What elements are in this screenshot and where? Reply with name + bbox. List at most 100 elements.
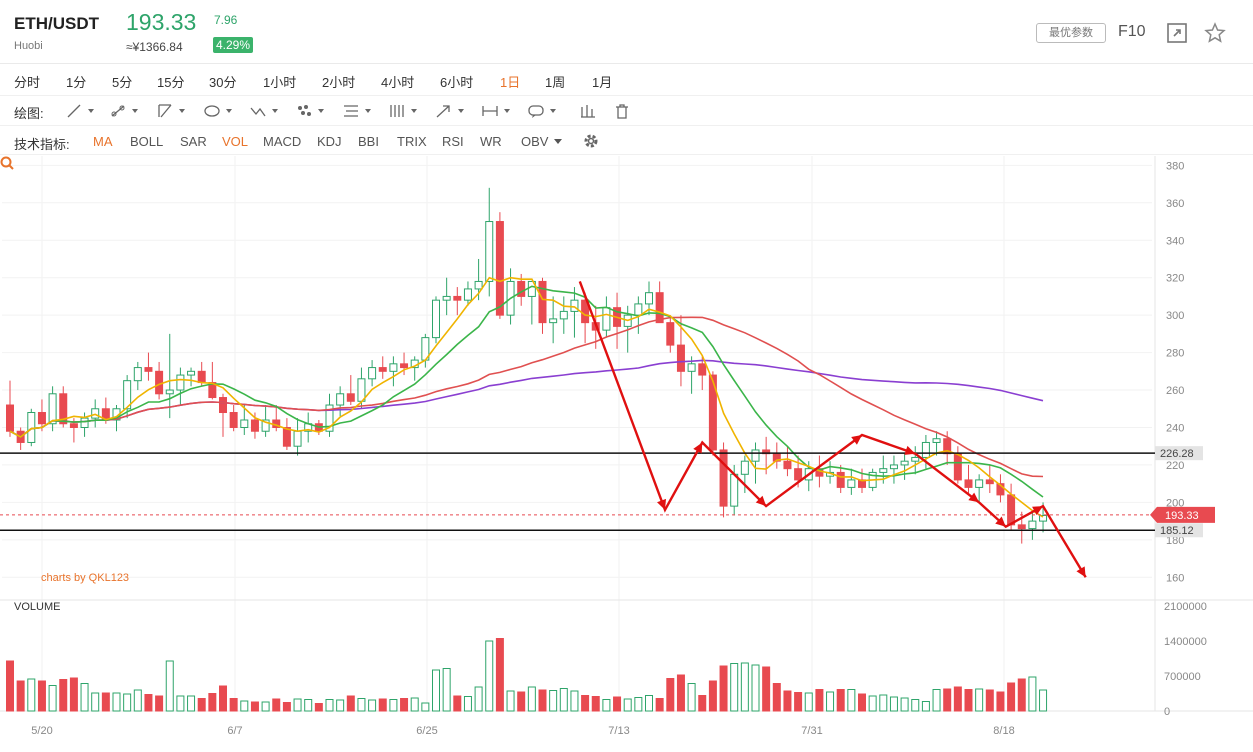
tf-1w[interactable]: 1周: [545, 72, 565, 91]
gear-icon[interactable]: [582, 132, 600, 150]
volume-bar: [794, 692, 803, 712]
candle-body: [911, 456, 920, 462]
candle-body: [293, 430, 302, 447]
bars-tool-icon[interactable]: [387, 102, 421, 120]
tf-6h[interactable]: 6小时: [440, 72, 473, 91]
volume-bar: [698, 695, 707, 712]
tf-2h[interactable]: 2小时: [322, 72, 355, 91]
volume-bar: [69, 677, 78, 712]
volume-bar: [591, 696, 600, 712]
candle-body: [400, 363, 409, 369]
price-tick-label: 360: [1166, 198, 1184, 210]
ind-bbi[interactable]: BBI: [358, 134, 379, 149]
volume-bar: [80, 683, 89, 712]
volume-bar: [314, 703, 323, 712]
segment-tool-icon[interactable]: [108, 102, 142, 120]
volume-bar: [602, 699, 611, 712]
gann-tool-icon[interactable]: [341, 102, 375, 120]
tf-1d[interactable]: 1日: [500, 72, 520, 91]
candle-body: [155, 370, 164, 395]
ind-trix[interactable]: TRIX: [397, 134, 427, 149]
star-icon[interactable]: [1204, 22, 1226, 44]
cny-price: ≈¥1366.84: [126, 40, 183, 54]
range-tool-icon[interactable]: [480, 102, 514, 120]
volume-bar: [985, 689, 994, 712]
candle-body: [378, 367, 387, 372]
volume-bar: [687, 683, 696, 712]
tf-15m[interactable]: 15分: [157, 72, 184, 91]
candlestick-chart[interactable]: 3803603403203002802602402202001801602100…: [0, 156, 1253, 752]
arrow-tool-icon[interactable]: [434, 102, 468, 120]
volume-bar: [304, 699, 313, 712]
fullscreen-icon[interactable]: [1166, 22, 1188, 44]
pair-name: ETH/USDT: [14, 14, 99, 33]
tf-1m[interactable]: 1分: [66, 72, 86, 91]
tf-4h[interactable]: 4小时: [381, 72, 414, 91]
volume-bar: [293, 698, 302, 712]
ind-obv[interactable]: OBV: [521, 134, 548, 149]
volume-bar: [570, 690, 579, 712]
ind-ma[interactable]: MA: [93, 134, 113, 149]
candle-body: [463, 288, 472, 301]
candle-body: [549, 318, 558, 324]
candle-body: [453, 295, 462, 301]
shape-tool-icon[interactable]: [202, 102, 236, 120]
candle-body: [953, 453, 962, 481]
trash-icon[interactable]: [605, 102, 639, 120]
ind-macd[interactable]: MACD: [263, 134, 301, 149]
volume-bar: [368, 699, 377, 712]
price-tick-label: 220: [1166, 460, 1184, 472]
ind-sar[interactable]: SAR: [180, 134, 207, 149]
volume-bar: [442, 668, 451, 712]
ind-vol[interactable]: VOL: [222, 134, 248, 149]
volume-bar: [16, 680, 25, 712]
obv-dropdown-icon[interactable]: [553, 138, 563, 146]
date-tick-label: 6/25: [416, 725, 437, 737]
line-tool-icon[interactable]: [64, 102, 98, 120]
candle-body: [27, 412, 36, 443]
volume-bar: [144, 694, 153, 712]
tf-1mo[interactable]: 1月: [592, 72, 612, 91]
candle-body: [346, 393, 355, 402]
volume-bar: [229, 698, 238, 712]
ind-wr[interactable]: WR: [480, 134, 502, 149]
tf-5m[interactable]: 5分: [112, 72, 132, 91]
candle-body: [655, 292, 664, 324]
candle-body: [964, 479, 973, 488]
candle-body: [69, 423, 78, 428]
wave-tool-icon[interactable]: [248, 102, 282, 120]
tf-tick[interactable]: 分时: [14, 72, 40, 91]
ma5-line: [9, 276, 1044, 518]
volume-bar: [197, 698, 206, 712]
fib-tool-icon[interactable]: [294, 102, 328, 120]
candle-body: [847, 479, 856, 488]
measure-tool-icon[interactable]: [572, 102, 606, 120]
tf-30m[interactable]: 30分: [209, 72, 236, 91]
volume-bar: [1007, 682, 1016, 712]
ind-kdj[interactable]: KDJ: [317, 134, 342, 149]
comment-tool-icon[interactable]: [526, 102, 560, 120]
volume-bar: [432, 669, 440, 712]
volume-bar: [112, 692, 121, 712]
volume-bar: [943, 688, 952, 712]
volume-bar: [378, 698, 387, 712]
f10-button[interactable]: F10: [1118, 23, 1146, 41]
tf-1h[interactable]: 1小时: [263, 72, 296, 91]
volume-bar: [559, 688, 568, 712]
volume-bar: [48, 685, 57, 712]
volume-bar: [879, 694, 888, 712]
chart-area[interactable]: 380 360 340 320 300 280 260 240 220 200 180 160 2100…: [0, 156, 1253, 752]
candle-body: [442, 295, 451, 301]
candle-body: [889, 464, 898, 470]
exchange-name: Huobi: [14, 40, 43, 52]
volume-bar: [708, 680, 717, 712]
volume-bar: [346, 695, 355, 712]
candle-body: [133, 367, 142, 382]
date-tick-label: 7/31: [801, 725, 822, 737]
ind-boll[interactable]: BOLL: [130, 134, 163, 149]
volume-bar: [634, 697, 643, 712]
best-params-button[interactable]: 最优参数: [1036, 23, 1106, 43]
ind-rsi[interactable]: RSI: [442, 134, 464, 149]
channel-tool-icon[interactable]: [155, 102, 189, 120]
candle-body: [474, 280, 483, 290]
